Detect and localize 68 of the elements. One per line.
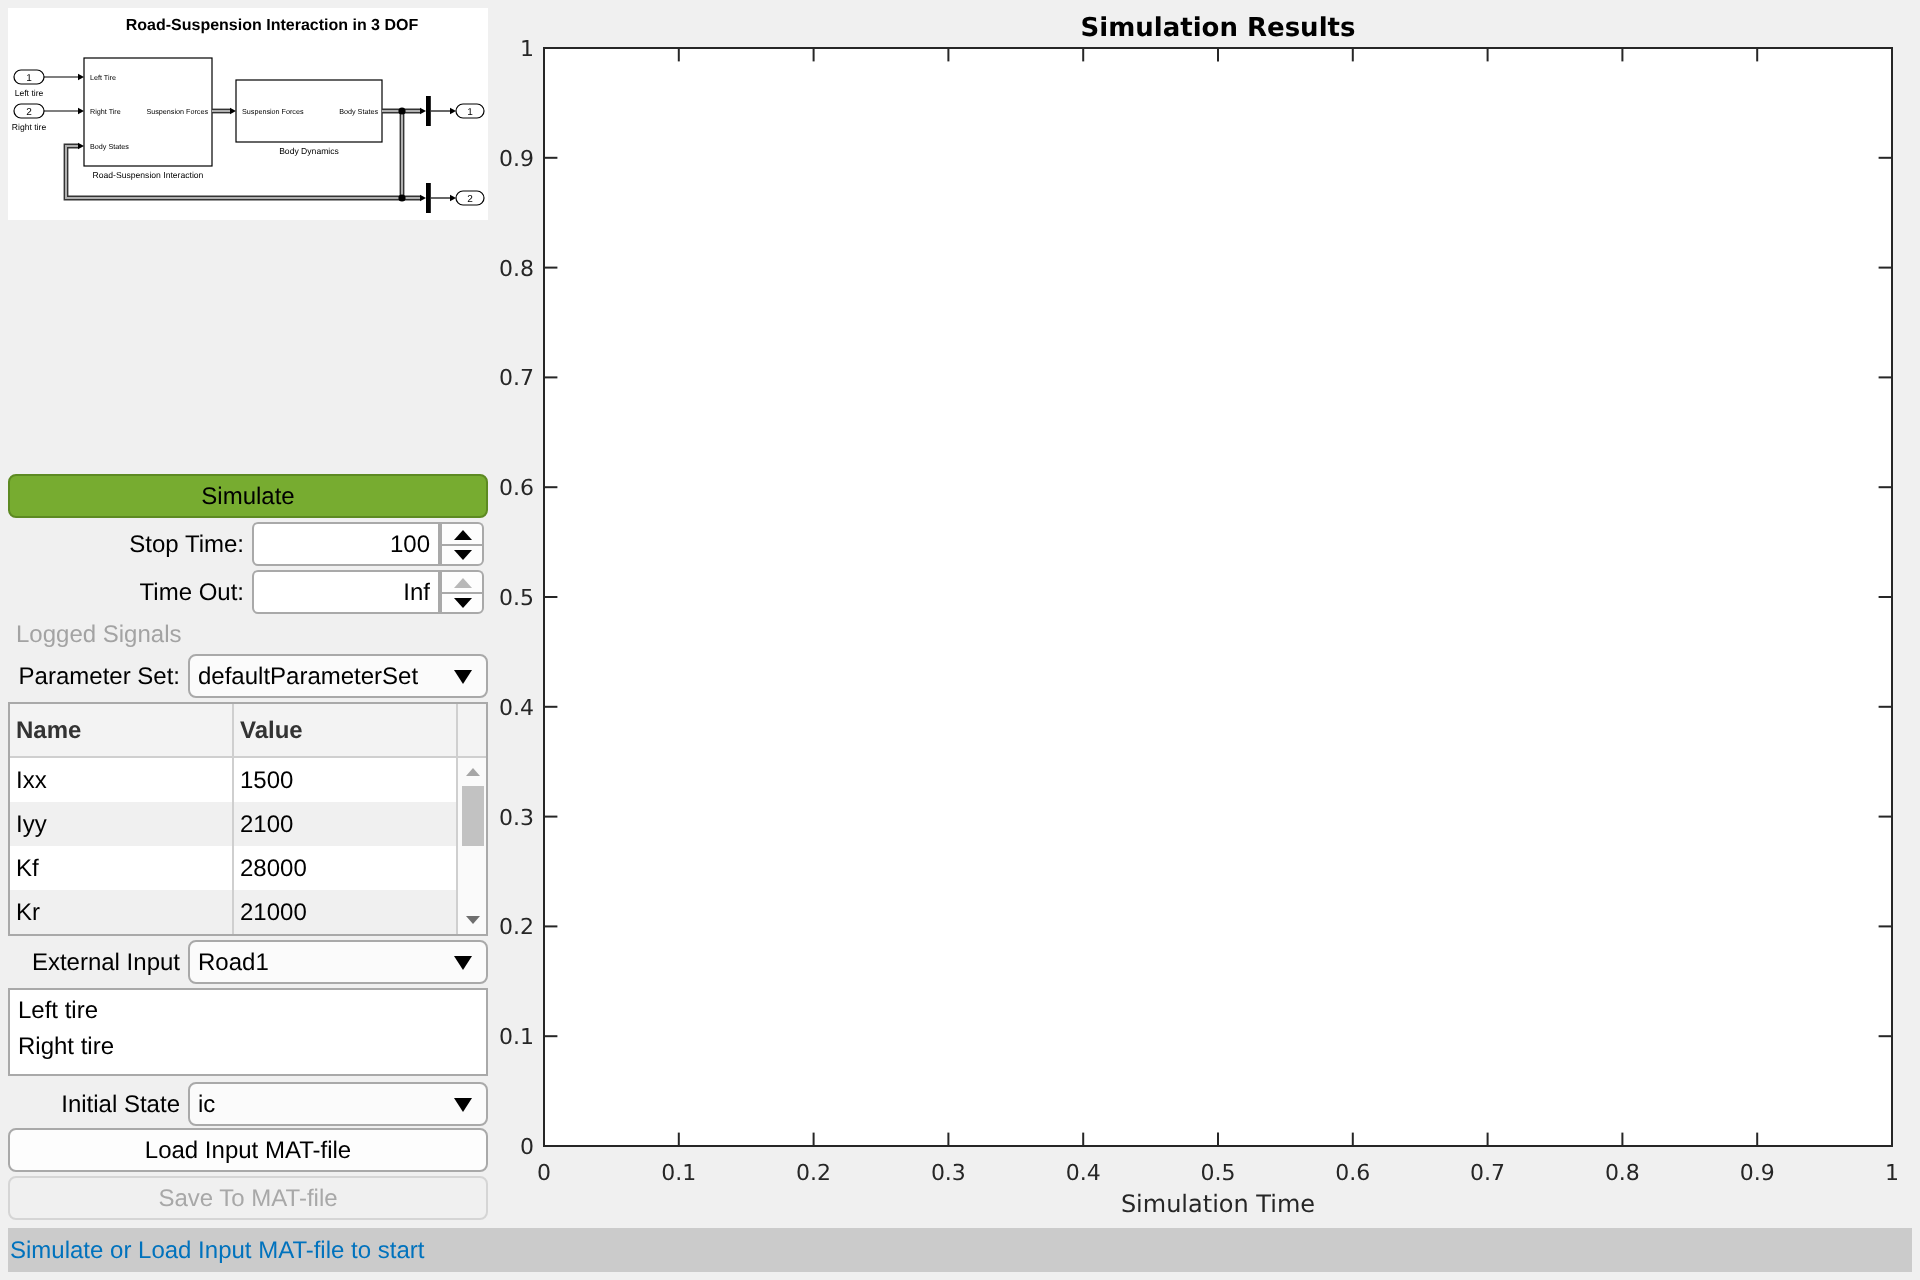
signal-line [43, 107, 84, 115]
scrollbar-thumb[interactable] [461, 786, 483, 846]
table-row[interactable]: Kr 21000 [10, 890, 458, 934]
tick-label: 0.2 [499, 914, 534, 941]
tick-label: 0.9 [499, 145, 534, 172]
tick-label: 0.7 [499, 365, 534, 392]
list-item[interactable]: Right tire [18, 1028, 478, 1064]
tick-label: 0.6 [1335, 1160, 1371, 1186]
column-header[interactable]: Value [234, 704, 458, 756]
down-arrow-icon[interactable] [465, 916, 479, 924]
parameter-set-dropdown[interactable]: defaultParameterSet [188, 654, 488, 698]
bus-selector-block [426, 183, 431, 213]
increment-button[interactable] [440, 522, 484, 544]
tick-label: 0.7 [1470, 1160, 1506, 1186]
table-row[interactable]: Iyy 2100 [10, 802, 458, 846]
status-message: Simulate or Load Input MAT-file to start [10, 1236, 425, 1264]
signal-line [430, 107, 456, 115]
column-header[interactable]: Name [10, 704, 234, 756]
tick-label: 0.8 [1604, 1160, 1640, 1186]
tick-label: 0.9 [1739, 1160, 1775, 1186]
tick-label: 0 [537, 1160, 551, 1186]
number-field[interactable]: Inf [252, 570, 440, 614]
up-arrow-icon [453, 577, 471, 587]
tick-label: 0.3 [930, 1160, 966, 1186]
tick-label: 0.1 [661, 1160, 697, 1186]
signal-line [430, 194, 456, 202]
simulate-button[interactable]: Simulate [8, 474, 488, 518]
tick-label: 0.6 [499, 475, 534, 502]
tick-label: 0 [520, 1134, 534, 1160]
field-label: Parameter Set: [16, 662, 180, 690]
chart-title: Simulation Results [1080, 14, 1356, 44]
initial-state-dropdown[interactable]: ic [188, 1082, 488, 1126]
scrollbar[interactable] [458, 758, 486, 934]
caret-down-icon [454, 1097, 472, 1111]
field-label: External Input [29, 948, 180, 976]
tick-label: 0.3 [499, 804, 534, 831]
load-file-button[interactable]: Load Input MAT-file [8, 1128, 488, 1172]
tick-label: 0.4 [1065, 1160, 1101, 1186]
external-input-dropdown[interactable]: Road1 [188, 940, 488, 984]
tick-label: 0.4 [499, 694, 534, 721]
caret-down-icon [454, 669, 472, 683]
number-field[interactable]: 100 [252, 522, 440, 566]
decrement-button[interactable] [440, 592, 484, 614]
tick-label: 0.8 [499, 255, 534, 282]
tick-label: 1 [520, 36, 534, 62]
tick-label: 0.5 [499, 585, 534, 611]
junction-dot-icon [398, 107, 406, 115]
down-arrow-icon [453, 550, 471, 560]
caret-down-icon [454, 955, 472, 969]
tick-label: 1 [1885, 1160, 1899, 1186]
field-label: Stop Time: [127, 530, 244, 558]
table-cell: Kr [10, 890, 234, 934]
subsystem-block [83, 57, 213, 167]
down-arrow-icon [453, 598, 471, 608]
list-item[interactable]: Left tire [18, 992, 478, 1028]
section-label: Logged Signals [14, 618, 182, 650]
bus-selector-block [426, 96, 431, 126]
tick-label: 0.2 [796, 1160, 832, 1186]
signal-line [43, 73, 84, 81]
up-arrow-icon [453, 529, 471, 539]
axis-label: Simulation Time [1120, 1190, 1316, 1218]
decrement-button[interactable] [440, 544, 484, 566]
tick-label: 0.5 [1200, 1160, 1236, 1186]
junction-dot-icon [398, 194, 406, 202]
field-label: Initial State [59, 1090, 180, 1118]
diagram-title: Road-Suspension Interaction in 3 DOF [125, 16, 419, 34]
tick-label: 0.1 [499, 1024, 534, 1051]
field-label: Time Out: [137, 578, 244, 606]
